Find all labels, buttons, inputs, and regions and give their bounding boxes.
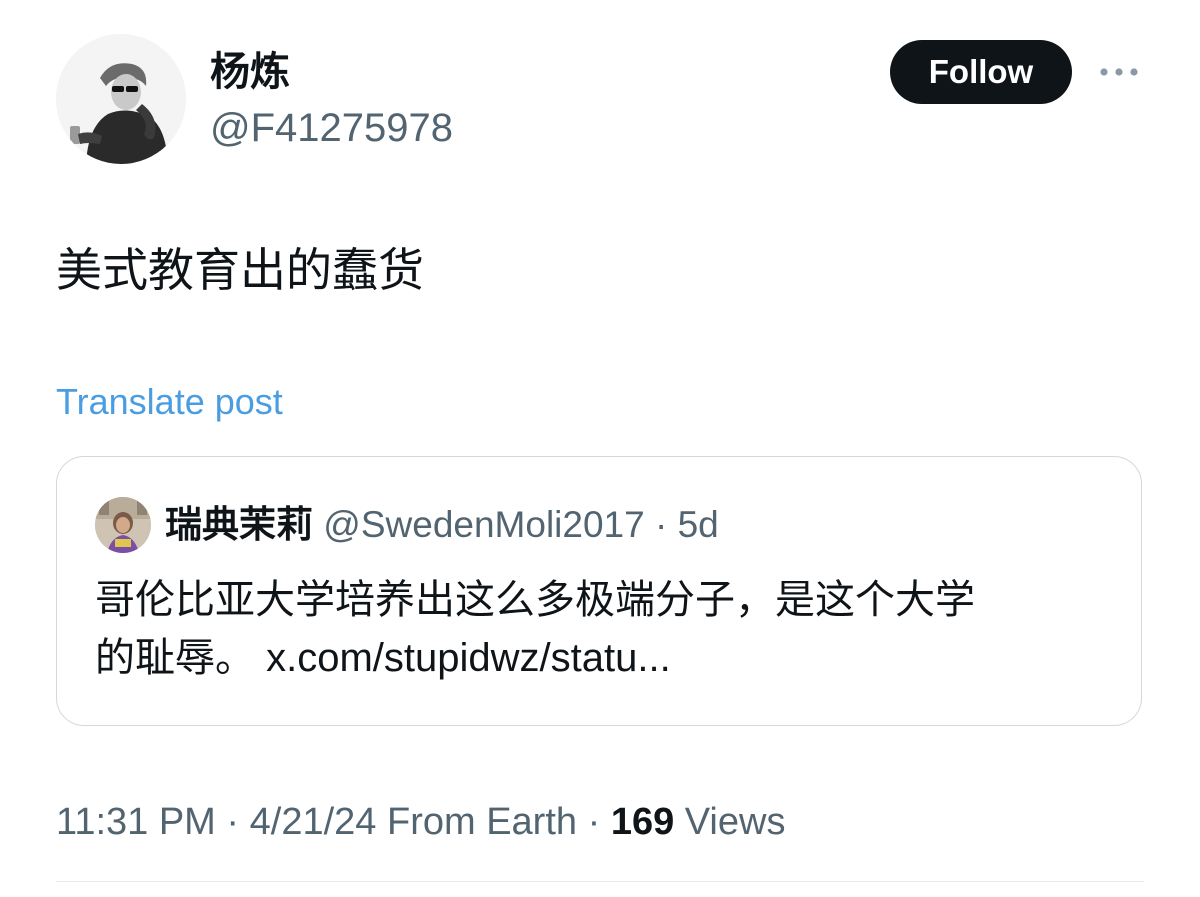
quoted-author-name[interactable]: 瑞典茉莉	[165, 504, 313, 545]
quoted-post-text-line2: 的耻辱。	[95, 636, 255, 680]
post-text: 美式教育出的蠢货	[56, 244, 424, 296]
bottom-divider	[56, 881, 1144, 882]
meta-separator-2: ·	[577, 801, 611, 843]
views-label: Views	[674, 801, 786, 843]
author-avatar[interactable]	[56, 34, 186, 164]
quoted-post-link[interactable]: x.com/stupidwz/statu...	[266, 636, 671, 680]
post-metadata: 11:31 PM · 4/21/24 From Earth · 169 View…	[56, 798, 785, 846]
quoted-post-time[interactable]: 5d	[678, 504, 719, 545]
more-options-button[interactable]	[1092, 52, 1146, 92]
quoted-post-card[interactable]: 瑞典茉莉 @SwedenMoli2017 · 5d 哥伦比亚大学培养出这么多极端…	[56, 456, 1142, 726]
quoted-post-text-line1: 哥伦比亚大学培养出这么多极端分子，是这个大学	[95, 578, 975, 622]
quoted-author-avatar-image	[95, 497, 151, 553]
quoted-author-handle[interactable]: @SwedenMoli2017	[323, 504, 644, 545]
post-date[interactable]: 4/21/24	[250, 801, 377, 843]
views-count: 169	[610, 801, 675, 843]
quoted-post-header: 瑞典茉莉 @SwedenMoli2017 · 5d	[165, 501, 719, 549]
author-handle[interactable]: @F41275978	[210, 104, 453, 152]
follow-button[interactable]: Follow	[890, 40, 1072, 104]
translate-post-link[interactable]: Translate post	[56, 380, 283, 424]
post-location: From Earth	[376, 801, 578, 843]
more-horizontal-icon	[1100, 68, 1138, 76]
quoted-post-text: 哥伦比亚大学培养出这么多极端分子，是这个大学 的耻辱。 x.com/stupid…	[95, 571, 1105, 687]
post-time[interactable]: 11:31 PM	[56, 801, 216, 843]
quoted-post-separator: ·	[644, 504, 678, 545]
author-avatar-image	[56, 34, 186, 164]
meta-separator-1: ·	[215, 801, 250, 843]
quoted-author-avatar[interactable]	[95, 497, 151, 553]
author-display-name[interactable]: 杨炼	[210, 48, 290, 96]
